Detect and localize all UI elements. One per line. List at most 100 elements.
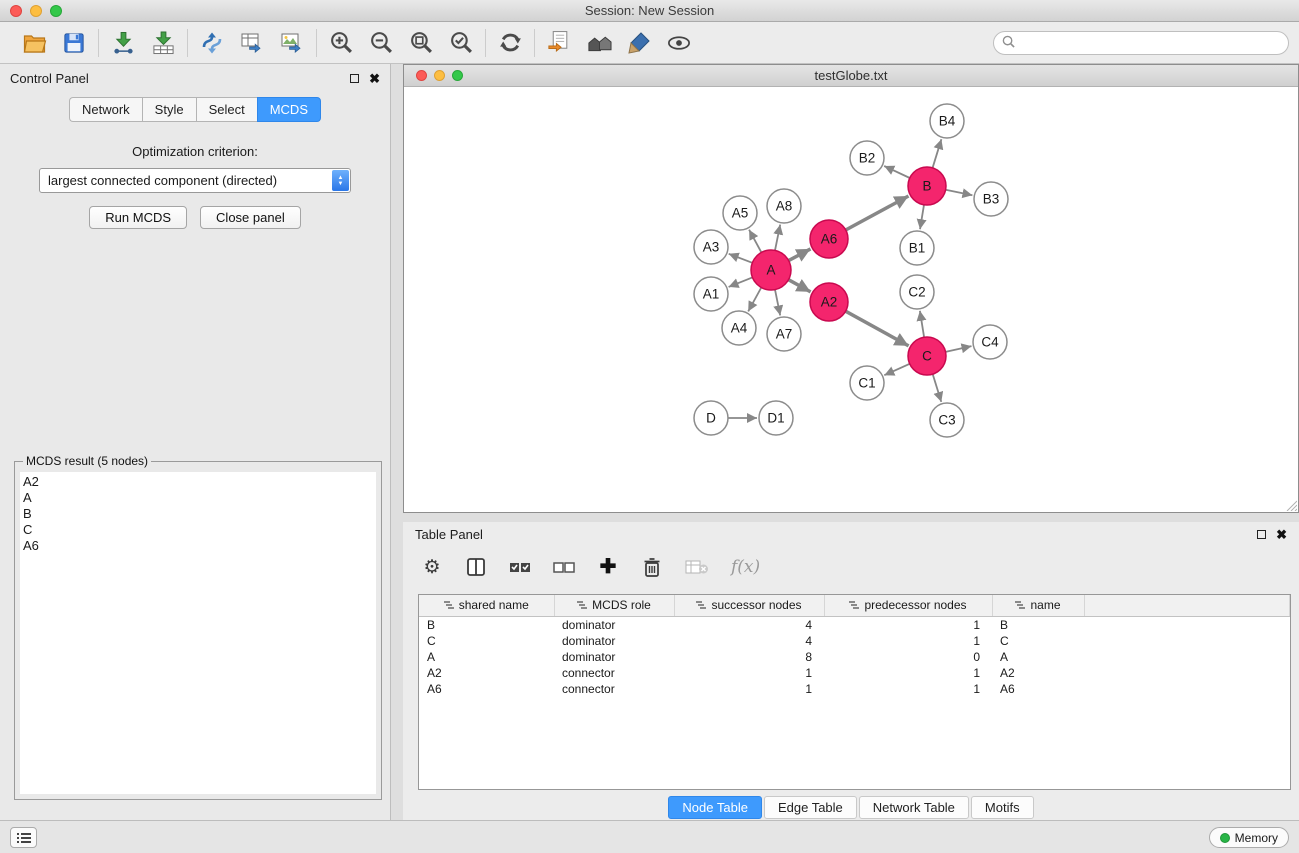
table-cell[interactable]: A2 xyxy=(992,665,1084,681)
edge-B-B3[interactable] xyxy=(946,190,973,195)
table-cell[interactable]: A2 xyxy=(419,665,554,681)
run-mcds-button[interactable]: Run MCDS xyxy=(89,206,187,229)
show-columns-icon[interactable] xyxy=(465,557,487,577)
edge-A-A7[interactable] xyxy=(775,290,780,316)
mcds-result-item[interactable]: A2 xyxy=(23,474,376,490)
table-cell[interactable]: B xyxy=(419,617,554,634)
float-panel-icon[interactable] xyxy=(350,74,359,83)
tab-edge-table[interactable]: Edge Table xyxy=(764,796,857,819)
table-cell[interactable]: dominator xyxy=(554,633,674,649)
column-header-mcds-role[interactable]: MCDS role xyxy=(554,595,674,617)
export-image-icon[interactable] xyxy=(279,30,305,56)
zoom-selected-icon[interactable] xyxy=(448,30,474,56)
table-cell[interactable]: dominator xyxy=(554,649,674,665)
node-C4[interactable]: C4 xyxy=(973,325,1007,359)
resize-handle[interactable] xyxy=(1285,499,1297,511)
column-header-successor-nodes[interactable]: successor nodes xyxy=(674,595,824,617)
node-C3[interactable]: C3 xyxy=(930,403,964,437)
node-B4[interactable]: B4 xyxy=(930,104,964,138)
mcds-result-item[interactable]: B xyxy=(23,506,376,522)
network-canvas[interactable]: B4B2BB3A5A8A6A3AB1A1A2C2A4A7C4CC1DD1C3 xyxy=(404,87,1298,512)
edge-A2-C[interactable] xyxy=(846,311,909,346)
apply-style-icon[interactable] xyxy=(626,30,652,56)
table-cell[interactable]: dominator xyxy=(554,617,674,634)
edge-C-C2[interactable] xyxy=(920,311,924,337)
export-table-icon[interactable] xyxy=(239,30,265,56)
tab-network-table[interactable]: Network Table xyxy=(859,796,969,819)
minimize-window-button[interactable] xyxy=(30,5,42,17)
mcds-result-list[interactable]: A2ABCA6 xyxy=(20,472,376,794)
node-B1[interactable]: B1 xyxy=(900,231,934,265)
edge-A-A8[interactable] xyxy=(775,225,780,251)
tab-select[interactable]: Select xyxy=(196,97,257,122)
delete-table-icon[interactable] xyxy=(685,558,709,576)
select-all-icon[interactable] xyxy=(509,558,531,576)
function-builder-icon[interactable]: f(x) xyxy=(731,557,760,577)
table-cell[interactable]: 4 xyxy=(674,617,824,634)
zoom-window-button[interactable] xyxy=(50,5,62,17)
edge-C-C3[interactable] xyxy=(933,374,942,402)
node-A7[interactable]: A7 xyxy=(767,317,801,351)
network-minimize-button[interactable] xyxy=(434,70,445,81)
zoom-out-icon[interactable] xyxy=(368,30,394,56)
edge-C-C4[interactable] xyxy=(946,346,972,352)
refresh-view-icon[interactable] xyxy=(497,30,523,56)
table-cell[interactable]: 1 xyxy=(674,665,824,681)
network-window-titlebar[interactable]: testGlobe.txt xyxy=(404,65,1298,87)
node-A6[interactable]: A6 xyxy=(810,220,848,258)
tab-style[interactable]: Style xyxy=(142,97,196,122)
table-cell[interactable]: 1 xyxy=(824,681,992,697)
edge-A-A3[interactable] xyxy=(729,254,753,263)
close-panel-button[interactable]: Close panel xyxy=(200,206,301,229)
table-cell[interactable]: 8 xyxy=(674,649,824,665)
column-header-name[interactable]: name xyxy=(992,595,1084,617)
edge-B-B2[interactable] xyxy=(884,166,910,178)
edge-A-A2[interactable] xyxy=(789,280,811,292)
table-cell[interactable]: 1 xyxy=(824,633,992,649)
node-A5[interactable]: A5 xyxy=(723,196,757,230)
table-settings-icon[interactable]: ⚙ xyxy=(421,558,443,577)
table-cell[interactable]: 0 xyxy=(824,649,992,665)
node-B2[interactable]: B2 xyxy=(850,141,884,175)
mcds-result-item[interactable]: A6 xyxy=(23,538,376,554)
edge-C-C1[interactable] xyxy=(884,364,909,375)
table-cell[interactable]: C xyxy=(419,633,554,649)
table-cell[interactable]: 1 xyxy=(824,617,992,634)
node-A3[interactable]: A3 xyxy=(694,230,728,264)
node-A[interactable]: A xyxy=(751,250,791,290)
table-cell[interactable]: connector xyxy=(554,681,674,697)
deselect-all-icon[interactable] xyxy=(553,558,575,576)
node-C[interactable]: C xyxy=(908,337,946,375)
memory-button[interactable]: Memory xyxy=(1209,827,1289,848)
table-row[interactable]: Cdominator41C xyxy=(419,633,1290,649)
edge-A-A6[interactable] xyxy=(789,249,811,261)
edge-A-A4[interactable] xyxy=(748,288,761,312)
close-table-panel-icon[interactable]: ✖ xyxy=(1276,528,1287,541)
node-A2[interactable]: A2 xyxy=(810,283,848,321)
node-C2[interactable]: C2 xyxy=(900,275,934,309)
tab-node-table[interactable]: Node Table xyxy=(668,796,762,819)
table-cell[interactable]: A6 xyxy=(992,681,1084,697)
import-table-icon[interactable] xyxy=(150,30,176,56)
node-A1[interactable]: A1 xyxy=(694,277,728,311)
delete-column-icon[interactable] xyxy=(641,557,663,578)
zoom-fit-icon[interactable] xyxy=(408,30,434,56)
tab-motifs[interactable]: Motifs xyxy=(971,796,1034,819)
table-cell[interactable]: C xyxy=(992,633,1084,649)
close-window-button[interactable] xyxy=(10,5,22,17)
tab-network[interactable]: Network xyxy=(69,97,142,122)
document-exchange-icon[interactable] xyxy=(546,30,572,56)
table-row[interactable]: A6connector11A6 xyxy=(419,681,1290,697)
search-input[interactable] xyxy=(1020,33,1288,53)
add-column-icon[interactable]: ✚ xyxy=(597,557,619,577)
mcds-result-item[interactable]: A xyxy=(23,490,376,506)
save-session-icon[interactable] xyxy=(61,30,87,56)
edge-B-B1[interactable] xyxy=(920,205,924,229)
home-icon[interactable] xyxy=(586,30,612,56)
edge-A-A1[interactable] xyxy=(729,277,753,287)
node-D1[interactable]: D1 xyxy=(759,401,793,435)
criterion-dropdown[interactable]: largest connected component (directed) ▲… xyxy=(39,168,351,193)
table-cell[interactable]: B xyxy=(992,617,1084,634)
import-network-icon[interactable] xyxy=(110,30,136,56)
table-row[interactable]: A2connector11A2 xyxy=(419,665,1290,681)
